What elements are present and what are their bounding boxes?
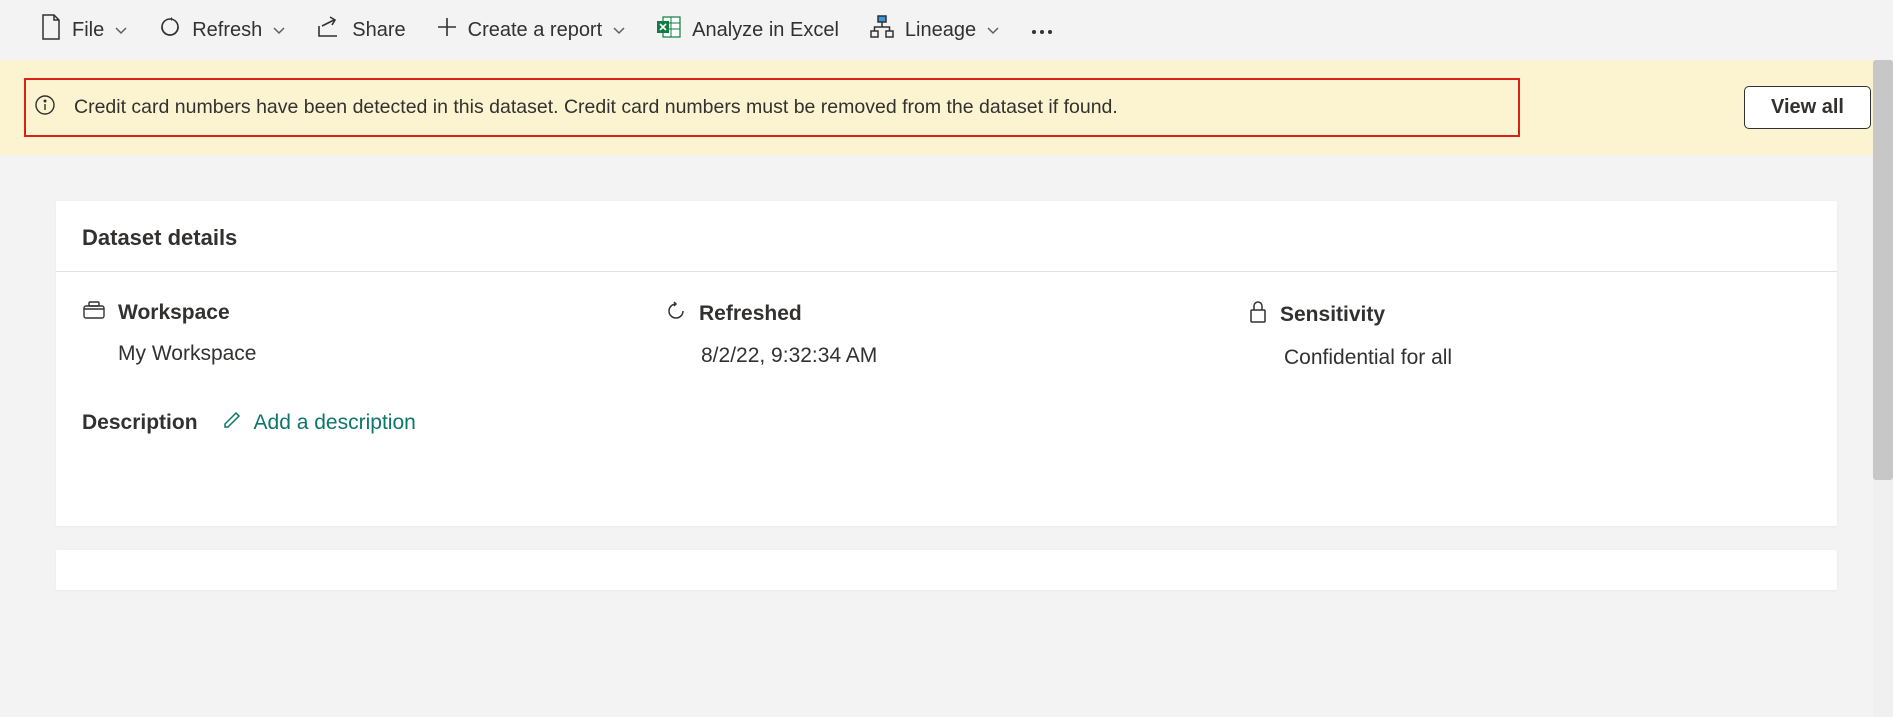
refresh-label: Refresh <box>192 19 262 42</box>
warning-banner: Credit card numbers have been detected i… <box>0 60 1893 155</box>
refreshed-value: 8/2/22, 9:32:34 AM <box>665 344 1228 368</box>
view-all-button[interactable]: View all <box>1744 86 1871 129</box>
warning-message: Credit card numbers have been detected i… <box>74 96 1118 119</box>
card-title: Dataset details <box>56 201 1837 272</box>
info-icon <box>34 94 56 121</box>
ellipsis-icon <box>1030 19 1054 42</box>
vertical-scrollbar[interactable] <box>1873 60 1893 717</box>
share-button[interactable]: Share <box>306 10 415 50</box>
refresh-icon <box>158 15 182 45</box>
chevron-down-icon <box>612 23 626 37</box>
share-icon <box>316 16 342 44</box>
dataset-details-card: Dataset details Workspace My Workspac <box>56 201 1837 526</box>
chevron-down-icon <box>272 23 286 37</box>
workspace-label: Workspace <box>118 301 230 325</box>
add-description-link[interactable]: Add a description <box>222 410 416 436</box>
next-card <box>56 550 1837 590</box>
chevron-down-icon <box>986 23 1000 37</box>
create-report-label: Create a report <box>468 19 603 42</box>
sensitivity-label: Sensitivity <box>1280 303 1385 327</box>
refreshed-field: Refreshed 8/2/22, 9:32:34 AM <box>665 300 1228 370</box>
chevron-down-icon <box>114 23 128 37</box>
add-description-text: Add a description <box>254 411 416 435</box>
scrollbar-thumb[interactable] <box>1873 60 1893 480</box>
sensitivity-value: Confidential for all <box>1248 346 1811 370</box>
refreshed-label: Refreshed <box>699 302 802 326</box>
sensitivity-field: Sensitivity Confidential for all <box>1248 300 1811 370</box>
more-options-button[interactable] <box>1020 13 1064 48</box>
description-label: Description <box>82 411 198 435</box>
excel-icon <box>656 15 682 45</box>
refresh-button[interactable]: Refresh <box>148 9 296 51</box>
plus-icon <box>436 16 458 44</box>
edit-icon <box>222 410 242 436</box>
lineage-label: Lineage <box>905 19 976 42</box>
file-menu[interactable]: File <box>30 8 138 52</box>
analyze-excel-label: Analyze in Excel <box>692 19 839 42</box>
lineage-icon <box>869 15 895 45</box>
refresh-icon <box>665 300 687 328</box>
file-icon <box>40 14 62 46</box>
lock-icon <box>1248 300 1268 330</box>
workspace-value: My Workspace <box>82 342 645 366</box>
file-label: File <box>72 19 104 42</box>
warning-banner-highlight: Credit card numbers have been detected i… <box>24 78 1520 137</box>
workspace-icon <box>82 300 106 326</box>
workspace-field: Workspace My Workspace <box>82 300 645 370</box>
share-label: Share <box>352 19 405 42</box>
toolbar: File Refresh <box>0 0 1893 60</box>
lineage-button[interactable]: Lineage <box>859 9 1010 51</box>
create-report-button[interactable]: Create a report <box>426 10 637 50</box>
analyze-excel-button[interactable]: Analyze in Excel <box>646 9 849 51</box>
